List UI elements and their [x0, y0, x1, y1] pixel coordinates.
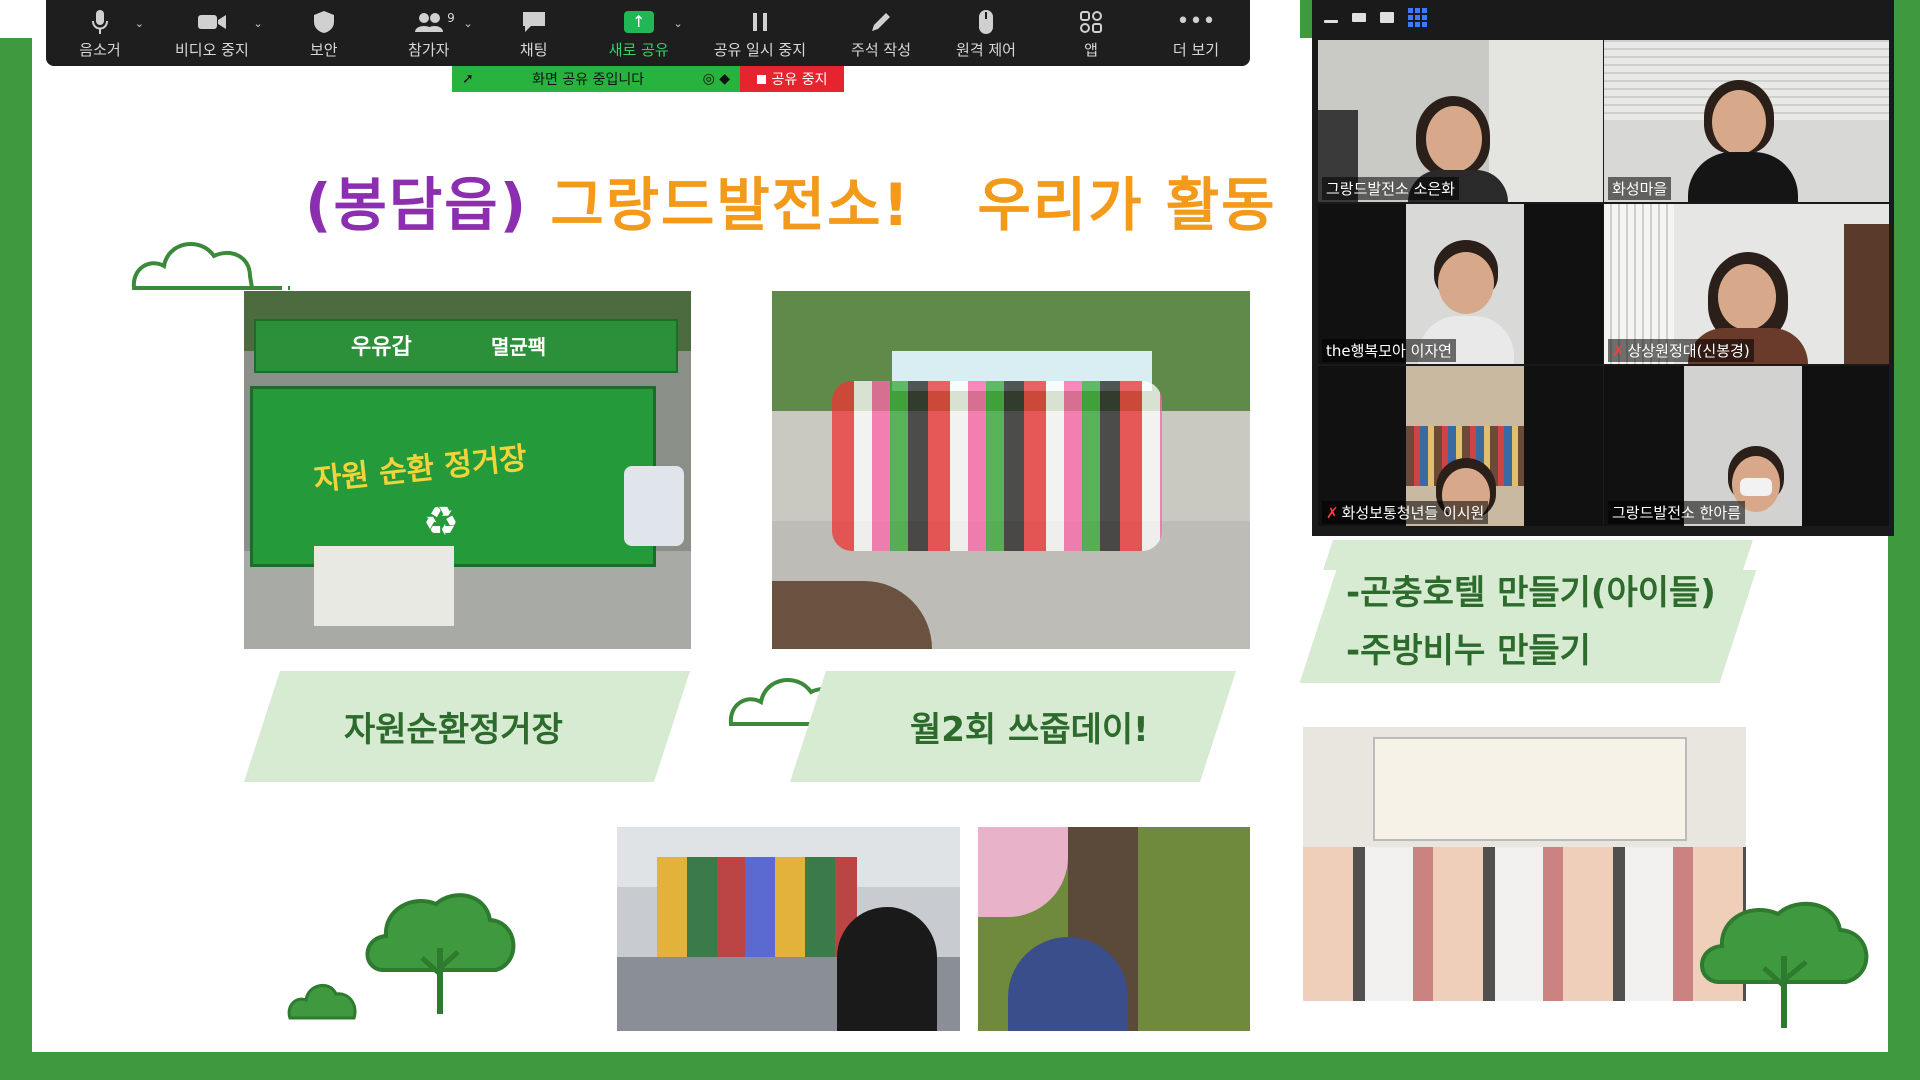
- pencil-icon: [869, 7, 893, 37]
- recycle-icon: ♻: [423, 499, 459, 545]
- more-button[interactable]: ••• 더 보기: [1166, 7, 1226, 60]
- video-gallery-window[interactable]: 그랑드발전소 소은화 화성마을 the행복모아 이자연 ✗ 상상원정대(신봉경) …: [1312, 0, 1894, 536]
- participant-tile[interactable]: 화성마을: [1604, 40, 1889, 202]
- meeting-toolbar: ⌄ 음소거 ⌄ 비디오 중지 보안 9 ⌄ 참가자 채팅 ↑ ⌄ 새로 공유 공…: [46, 0, 1250, 66]
- participant-name: 그랑드발전소 소은화: [1322, 177, 1459, 200]
- mute-button[interactable]: ⌄ 음소거: [70, 7, 144, 60]
- minimize-icon[interactable]: [1324, 19, 1338, 23]
- stop-square-icon: [756, 74, 766, 84]
- list-item-kitchen-soap: -주방비누 만들기: [1346, 631, 1591, 671]
- new-share-button[interactable]: ↑ ⌄ 새로 공유: [609, 7, 683, 60]
- participants-icon: [414, 7, 444, 37]
- apps-icon: [1079, 7, 1103, 37]
- pause-icon: [750, 7, 770, 37]
- sharing-status[interactable]: ➚ 화면 공유 중입니다 ◎ ◆: [452, 66, 740, 92]
- participant-name: 그랑드발전소 한아름: [1608, 501, 1745, 524]
- muted-mic-icon: ✗: [1326, 504, 1339, 522]
- participant-name: ✗ 화성보통청년들 이시원: [1322, 501, 1489, 524]
- photo-sign-text: 자원 순환 정거장: [312, 440, 529, 499]
- participant-tile[interactable]: 그랑드발전소 소은화: [1318, 40, 1603, 202]
- apps-button[interactable]: 앱: [1061, 7, 1121, 60]
- chevron-down-icon[interactable]: ⌄: [464, 17, 473, 30]
- screen-share-bar: ➚ 화면 공유 중입니다 ◎ ◆ 공유 중지: [452, 66, 844, 92]
- chevron-down-icon[interactable]: ⌄: [673, 17, 682, 30]
- title-activity: 우리가 활동: [977, 171, 1277, 239]
- chevron-down-icon[interactable]: ⌄: [254, 17, 263, 30]
- photo-workshop-crafts: [617, 827, 960, 1031]
- security-button[interactable]: 보안: [294, 7, 354, 60]
- participants-button[interactable]: 9 ⌄ 참가자: [399, 7, 473, 60]
- share-screen-icon: ↑: [623, 7, 654, 37]
- muted-mic-icon: ✗: [1612, 342, 1625, 360]
- participant-tile[interactable]: ✗ 상상원정대(신봉경): [1604, 204, 1889, 364]
- participant-name: ✗ 상상원정대(신봉경): [1608, 339, 1754, 362]
- photo-sign-pack: 멸균팩: [491, 335, 547, 359]
- mouse-icon: [977, 7, 995, 37]
- stop-video-button[interactable]: ⌄ 비디오 중지: [175, 7, 263, 60]
- participant-tile[interactable]: 그랑드발전소 한아름: [1604, 366, 1889, 526]
- strip-view-icon[interactable]: [1380, 11, 1394, 23]
- microphone-icon: [91, 7, 109, 37]
- list-item-insect-hotel: -곤충호텔 만들기(아이들): [1346, 573, 1716, 613]
- slide-title: (봉담읍) 그랑드발전소! 우리가 활동: [305, 158, 1277, 242]
- tree-icon: [365, 893, 516, 1014]
- photo-team-group: [1303, 727, 1746, 1001]
- grid-view-icon[interactable]: [1408, 7, 1427, 27]
- photo-children-nature: [978, 827, 1250, 1031]
- participant-tile[interactable]: ✗ 화성보통청년들 이시원: [1318, 366, 1603, 526]
- shield-icon: [313, 7, 335, 37]
- label-plogging-day: 월2회 쓰줍데이!: [910, 710, 1149, 750]
- photo-recycling-station: 자원 순환 정거장 ♻ 우유갑 멸균팩: [244, 291, 691, 649]
- bush-icon: [287, 984, 357, 1020]
- participant-name: 화성마을: [1608, 177, 1672, 200]
- more-icon: •••: [1176, 9, 1216, 34]
- participant-count-badge: 9: [447, 10, 455, 25]
- gallery-controls: [1312, 0, 1894, 34]
- chat-icon: [521, 7, 547, 37]
- label-recycling-station: 자원순환정거장: [344, 710, 563, 750]
- stop-share-button[interactable]: 공유 중지: [740, 66, 844, 92]
- share-arrow-icon: ➚: [462, 71, 474, 87]
- title-org: 그랑드발전소!: [550, 171, 911, 239]
- cloud-icon: [131, 241, 290, 290]
- participant-tile[interactable]: the행복모아 이자연: [1318, 204, 1603, 364]
- annotate-button[interactable]: 주석 작성: [851, 7, 911, 60]
- share-options-icon[interactable]: ◎ ◆: [703, 71, 730, 87]
- participant-name: the행복모아 이자연: [1322, 339, 1456, 362]
- single-view-icon[interactable]: [1352, 12, 1366, 22]
- photo-group-event: [772, 291, 1250, 649]
- video-camera-icon: [197, 7, 227, 37]
- tree-icon: [1700, 901, 1869, 1028]
- photo-sign-milk: 우유갑: [351, 335, 412, 360]
- chevron-down-icon[interactable]: ⌄: [135, 17, 144, 30]
- sharing-status-text: 화면 공유 중입니다: [532, 72, 645, 88]
- pause-share-button[interactable]: 공유 일시 중지: [714, 7, 806, 60]
- title-location: (봉담읍): [305, 171, 529, 239]
- chat-button[interactable]: 채팅: [504, 7, 564, 60]
- remote-control-button[interactable]: 원격 제어: [956, 7, 1016, 60]
